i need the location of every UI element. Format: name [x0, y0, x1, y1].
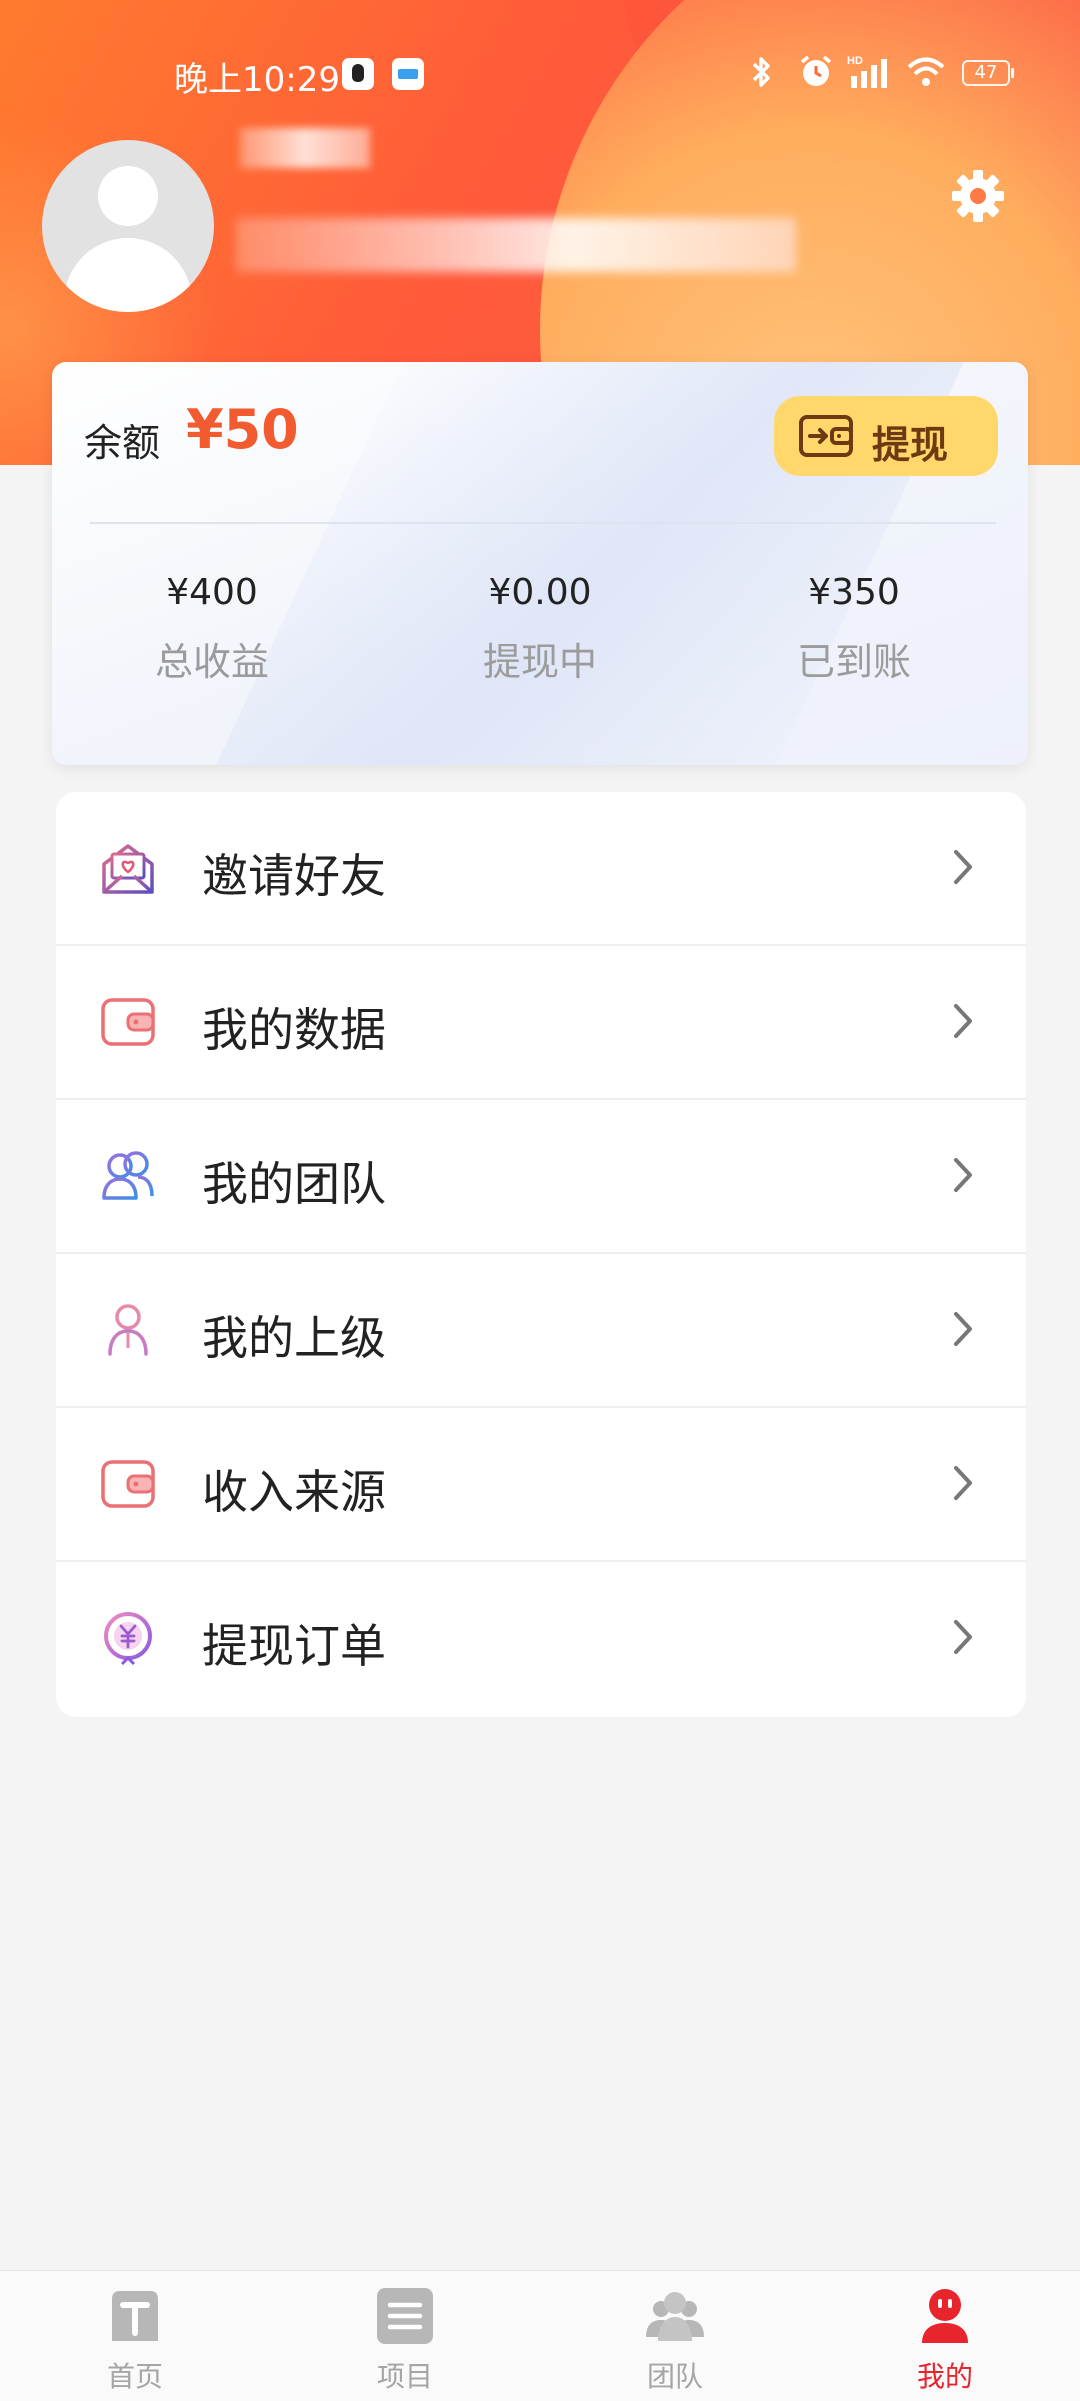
menu-item-label: 邀请好友: [202, 849, 386, 903]
wallet-transfer-icon: [799, 415, 853, 457]
svg-text:HD: HD: [847, 55, 863, 67]
menu-item-label: 我的团队: [202, 1157, 386, 1211]
tab-label: 项目: [376, 2360, 433, 2393]
tab-mine[interactable]: 我的: [810, 2271, 1080, 2401]
stat-label: 已到账: [796, 640, 911, 684]
blurred-user-id: [236, 218, 796, 272]
card-divider: [90, 522, 996, 524]
chevron-right-icon: [954, 1004, 972, 1038]
balance-card: 余额 ¥50 提现 ¥400 总收益 ¥0.00 提现中 ¥350 已到账: [52, 362, 1028, 765]
tab-label: 团队: [646, 2360, 703, 2393]
signal-icon: HD: [847, 55, 887, 88]
yuan-coin-icon: [104, 1612, 152, 1666]
menu-item-label: 提现订单: [202, 1619, 386, 1673]
app-notification-icon: [392, 58, 424, 90]
stat-withdrawing[interactable]: ¥0.00 提现中: [380, 572, 700, 686]
menu-list: 邀请好友 我的数据 我的团队 我的上级 收入来源 提现订单: [56, 792, 1026, 1717]
chevron-right-icon: [954, 1620, 972, 1654]
stat-label: 提现中: [482, 640, 597, 684]
group-icon: [646, 2292, 704, 2341]
person-icon: [108, 1304, 148, 1356]
stat-total-earnings[interactable]: ¥400 总收益: [52, 572, 372, 686]
team-icon: [102, 1151, 154, 1200]
tab-projects[interactable]: 项目: [270, 2271, 540, 2401]
menu-item-my-data[interactable]: 我的数据: [56, 946, 1026, 1100]
home-t-icon: [112, 2291, 158, 2341]
bottom-tab-bar: 首页 项目 团队 我的: [0, 2270, 1080, 2401]
balance-value: ¥50: [186, 398, 299, 461]
blurred-username: [240, 128, 370, 168]
status-time: 晚上10:29: [174, 60, 340, 100]
wifi-icon: [907, 57, 945, 86]
menu-item-label: 收入来源: [202, 1465, 386, 1519]
profile-face-icon: [922, 2289, 968, 2343]
menu-item-income-source[interactable]: 收入来源: [56, 1408, 1026, 1562]
invite-envelope-icon: [102, 844, 154, 894]
wallet-icon: [101, 998, 155, 1046]
list-icon: [377, 2288, 433, 2344]
menu-item-my-superior[interactable]: 我的上级: [56, 1254, 1026, 1408]
wallet-icon: [101, 1460, 155, 1508]
chevron-right-icon: [954, 1312, 972, 1346]
tab-label: 我的: [916, 2360, 973, 2393]
menu-item-label: 我的上级: [202, 1311, 386, 1365]
avatar-body: [64, 238, 192, 312]
chevron-right-icon: [954, 1466, 972, 1500]
tab-label: 首页: [106, 2360, 163, 2393]
status-bar: 晚上10:29 HD 47: [0, 40, 1080, 110]
chevron-right-icon: [954, 850, 972, 884]
battery-indicator: 47: [962, 60, 1014, 86]
bluetooth-icon: [752, 57, 770, 87]
qq-notification-icon: [342, 58, 374, 90]
avatar-head: [98, 166, 158, 226]
menu-item-my-team[interactable]: 我的团队: [56, 1100, 1026, 1254]
menu-item-withdraw-orders[interactable]: 提现订单: [56, 1562, 1026, 1716]
stat-value: ¥0.00: [488, 572, 592, 613]
avatar[interactable]: [42, 140, 214, 312]
menu-item-invite-friends[interactable]: 邀请好友: [56, 792, 1026, 946]
gear-icon[interactable]: [950, 168, 1006, 224]
stat-value: ¥350: [808, 572, 900, 613]
stat-label: 总收益: [154, 640, 269, 684]
withdraw-label: 提现: [872, 423, 949, 467]
balance-label: 余额: [84, 421, 161, 465]
alarm-icon: [800, 55, 832, 86]
stat-value: ¥400: [166, 572, 258, 613]
tab-team[interactable]: 团队: [540, 2271, 810, 2401]
tab-home[interactable]: 首页: [0, 2271, 270, 2401]
menu-item-label: 我的数据: [202, 1003, 386, 1057]
stat-received[interactable]: ¥350 已到账: [694, 572, 1014, 686]
withdraw-button[interactable]: 提现: [774, 396, 998, 476]
chevron-right-icon: [954, 1158, 972, 1192]
